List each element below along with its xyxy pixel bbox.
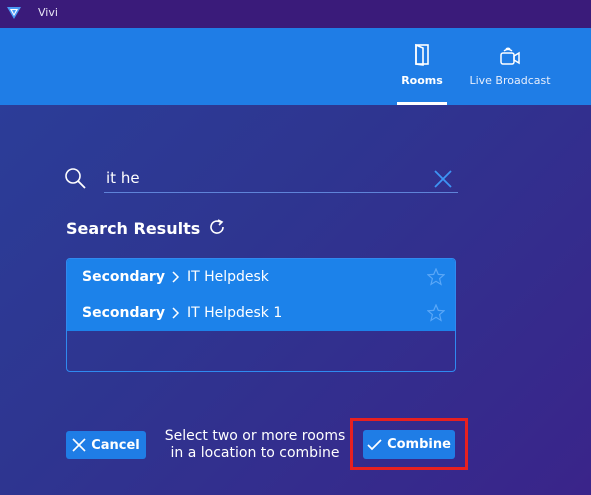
tab-rooms-label: Rooms: [401, 74, 443, 87]
tab-live-broadcast-label: Live Broadcast: [469, 74, 551, 87]
clear-search-icon[interactable]: [434, 170, 452, 192]
chevron-right-icon: [172, 271, 180, 283]
combine-hint: Select two or more rooms in a location t…: [160, 428, 350, 462]
result-room: IT Helpdesk: [186, 269, 269, 285]
cancel-label: Cancel: [91, 437, 140, 453]
close-icon: [72, 438, 86, 452]
result-location: Secondary: [82, 269, 165, 285]
search-results-header: Search Results: [66, 216, 226, 240]
result-location: Secondary: [82, 305, 165, 321]
tab-live-broadcast[interactable]: Live Broadcast: [465, 28, 555, 105]
search-results-title: Search Results: [66, 218, 201, 238]
result-room: IT Helpdesk 1: [186, 305, 283, 321]
search-bar: [64, 164, 458, 194]
cancel-button[interactable]: Cancel: [66, 431, 146, 459]
app-logo-icon: [6, 5, 22, 21]
refresh-icon[interactable]: [208, 218, 226, 240]
list-item[interactable]: Secondary IT Helpdesk 1: [67, 295, 455, 331]
hint-line-2: in a location to combine: [170, 445, 340, 461]
search-input[interactable]: [104, 164, 458, 193]
door-icon: [413, 43, 431, 70]
tab-rooms[interactable]: Rooms: [397, 28, 447, 105]
star-icon[interactable]: [426, 267, 446, 290]
search-results-list: Secondary IT Helpdesk Secondary IT Helpd…: [66, 258, 456, 372]
app-title: Vivi: [38, 6, 58, 19]
hint-line-1: Select two or more rooms: [164, 428, 346, 444]
list-item[interactable]: Secondary IT Helpdesk: [67, 259, 455, 295]
active-tab-indicator: [397, 102, 447, 105]
video-camera-icon: [498, 44, 522, 70]
star-icon[interactable]: [426, 303, 446, 326]
chevron-right-icon: [172, 307, 180, 319]
highlight-box: [350, 418, 468, 470]
title-bar: Vivi: [0, 0, 591, 28]
top-navigation: Rooms Live Broadcast: [0, 28, 591, 105]
search-icon: [64, 167, 86, 193]
